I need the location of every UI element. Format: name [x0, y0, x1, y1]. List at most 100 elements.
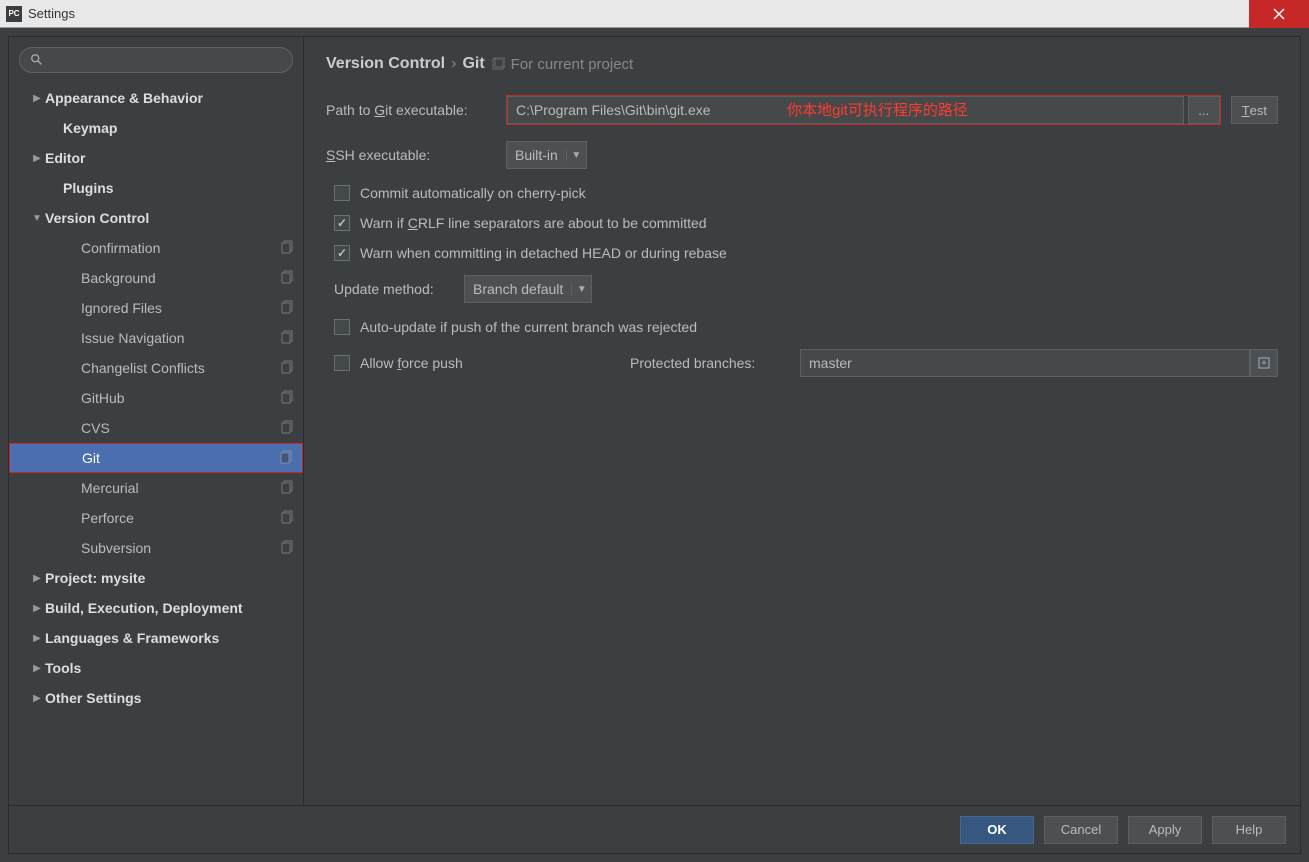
sidebar-item-editor[interactable]: Editor [9, 143, 303, 173]
test-button[interactable]: Test [1231, 96, 1278, 124]
breadcrumb-leaf: Git [462, 55, 484, 73]
sidebar-item-tools[interactable]: Tools [9, 653, 303, 683]
autoupdate-row[interactable]: Auto-update if push of the current branc… [326, 319, 1278, 335]
sidebar-item-other-settings[interactable]: Other Settings [9, 683, 303, 713]
detached-row[interactable]: Warn when committing in detached HEAD or… [326, 245, 1278, 261]
sidebar-item-build-execution-deployment[interactable]: Build, Execution, Deployment [9, 593, 303, 623]
sidebar-item-version-control[interactable]: Version Control [9, 203, 303, 233]
sidebar-item-label: Build, Execution, Deployment [45, 600, 295, 616]
sidebar-item-label: Changelist Conflicts [81, 360, 281, 376]
ok-button[interactable]: OK [960, 816, 1034, 844]
checkbox[interactable] [334, 355, 350, 371]
sidebar-item-label: Project: mysite [45, 570, 295, 586]
checkbox[interactable] [334, 245, 350, 261]
sidebar-item-keymap[interactable]: Keymap [9, 113, 303, 143]
project-scope-icon [281, 390, 295, 407]
apply-button[interactable]: Apply [1128, 816, 1202, 844]
breadcrumb-separator: › [451, 55, 456, 73]
browse-button[interactable]: ... [1188, 96, 1220, 124]
main-panel: Version Control › Git For current projec… [304, 37, 1300, 805]
chevron-right-icon[interactable] [29, 693, 45, 704]
sidebar-item-label: Perforce [81, 510, 281, 526]
sidebar-item-label: Appearance & Behavior [45, 90, 295, 106]
project-scope-icon [281, 330, 295, 347]
chevron-right-icon[interactable] [29, 153, 45, 164]
crlf-row[interactable]: Warn if CRLF line separators are about t… [326, 215, 1278, 231]
sidebar-item-label: GitHub [81, 390, 281, 406]
breadcrumb-root: Version Control [326, 55, 445, 73]
settings-tree: Appearance & Behavior KeymapEditor Plugins… [9, 83, 303, 805]
project-scope-icon [280, 450, 294, 467]
window-title: Settings [28, 6, 75, 21]
sidebar-item-label: Git [82, 450, 280, 466]
sidebar-item-git[interactable]: Git [9, 443, 303, 473]
sidebar-item-label: CVS [81, 420, 281, 436]
sidebar-item-languages-frameworks[interactable]: Languages & Frameworks [9, 623, 303, 653]
sidebar-item-ignored-files[interactable]: Ignored Files [9, 293, 303, 323]
sidebar-item-perforce[interactable]: Perforce [9, 503, 303, 533]
path-row: Path to Git executable: 你本地git可执行程序的路径 .… [326, 95, 1278, 125]
breadcrumb-scope: For current project [511, 56, 634, 73]
help-button[interactable]: Help [1212, 816, 1286, 844]
breadcrumb: Version Control › Git For current projec… [326, 55, 1278, 73]
path-label: Path to Git executable: [326, 102, 506, 118]
sidebar-item-label: Confirmation [81, 240, 281, 256]
chevron-right-icon[interactable] [29, 93, 45, 104]
sidebar-item-label: Languages & Frameworks [45, 630, 295, 646]
project-scope-icon [281, 240, 295, 257]
autoupdate-label: Auto-update if push of the current branc… [360, 319, 697, 335]
git-path-input[interactable] [507, 96, 1184, 124]
project-scope-icon [281, 420, 295, 437]
checkbox[interactable] [334, 185, 350, 201]
sidebar-item-label: Mercurial [81, 480, 281, 496]
cancel-button[interactable]: Cancel [1044, 816, 1118, 844]
sidebar-item-changelist-conflicts[interactable]: Changelist Conflicts [9, 353, 303, 383]
sidebar-item-label: Issue Navigation [81, 330, 281, 346]
sidebar-item-subversion[interactable]: Subversion [9, 533, 303, 563]
sidebar-item-appearance-behavior[interactable]: Appearance & Behavior [9, 83, 303, 113]
close-button[interactable] [1249, 0, 1309, 28]
search-icon [30, 53, 44, 67]
chevron-right-icon[interactable] [29, 573, 45, 584]
close-icon [1272, 7, 1286, 21]
sidebar-item-mercurial[interactable]: Mercurial [9, 473, 303, 503]
sidebar-item-label: Plugins [63, 180, 295, 196]
sidebar-item-label: Background [81, 270, 281, 286]
search-input[interactable] [19, 47, 293, 73]
sidebar-item-plugins[interactable]: Plugins [9, 173, 303, 203]
force-push-label: Allow force push [360, 355, 620, 371]
sidebar-item-github[interactable]: GitHub [9, 383, 303, 413]
project-scope-icon [281, 270, 295, 287]
expand-button[interactable] [1250, 349, 1278, 377]
sidebar-item-issue-navigation[interactable]: Issue Navigation [9, 323, 303, 353]
footer: OK Cancel Apply Help [9, 805, 1300, 853]
ssh-select[interactable]: Built-in ▼ [506, 141, 587, 169]
project-scope-icon [281, 300, 295, 317]
update-select[interactable]: Branch default ▼ [464, 275, 592, 303]
sidebar-item-label: Version Control [45, 210, 295, 226]
detached-label: Warn when committing in detached HEAD or… [360, 245, 727, 261]
scope-icon [491, 57, 505, 71]
sidebar-item-project-mysite[interactable]: Project: mysite [9, 563, 303, 593]
chevron-down-icon: ▼ [571, 284, 591, 295]
chevron-right-icon[interactable] [29, 633, 45, 644]
expand-icon [1257, 356, 1271, 370]
update-label: Update method: [334, 281, 464, 297]
chevron-down-icon: ▼ [566, 150, 586, 161]
chevron-right-icon[interactable] [29, 663, 45, 674]
sidebar-item-background[interactable]: Background [9, 263, 303, 293]
chevron-right-icon[interactable] [29, 603, 45, 614]
sidebar-item-confirmation[interactable]: Confirmation [9, 233, 303, 263]
protected-branches-input[interactable] [800, 349, 1250, 377]
checkbox[interactable] [334, 215, 350, 231]
chevron-down-icon[interactable] [29, 213, 45, 224]
sidebar-item-cvs[interactable]: CVS [9, 413, 303, 443]
ssh-row: SSH executable: Built-in ▼ [326, 141, 1278, 169]
cherry-pick-row[interactable]: Commit automatically on cherry-pick [326, 185, 1278, 201]
checkbox[interactable] [334, 319, 350, 335]
project-scope-icon [281, 540, 295, 557]
ssh-label: SSH executable: [326, 147, 506, 163]
crlf-label: Warn if CRLF line separators are about t… [360, 215, 707, 231]
cherry-pick-label: Commit automatically on cherry-pick [360, 185, 586, 201]
update-row: Update method: Branch default ▼ [326, 275, 1278, 303]
